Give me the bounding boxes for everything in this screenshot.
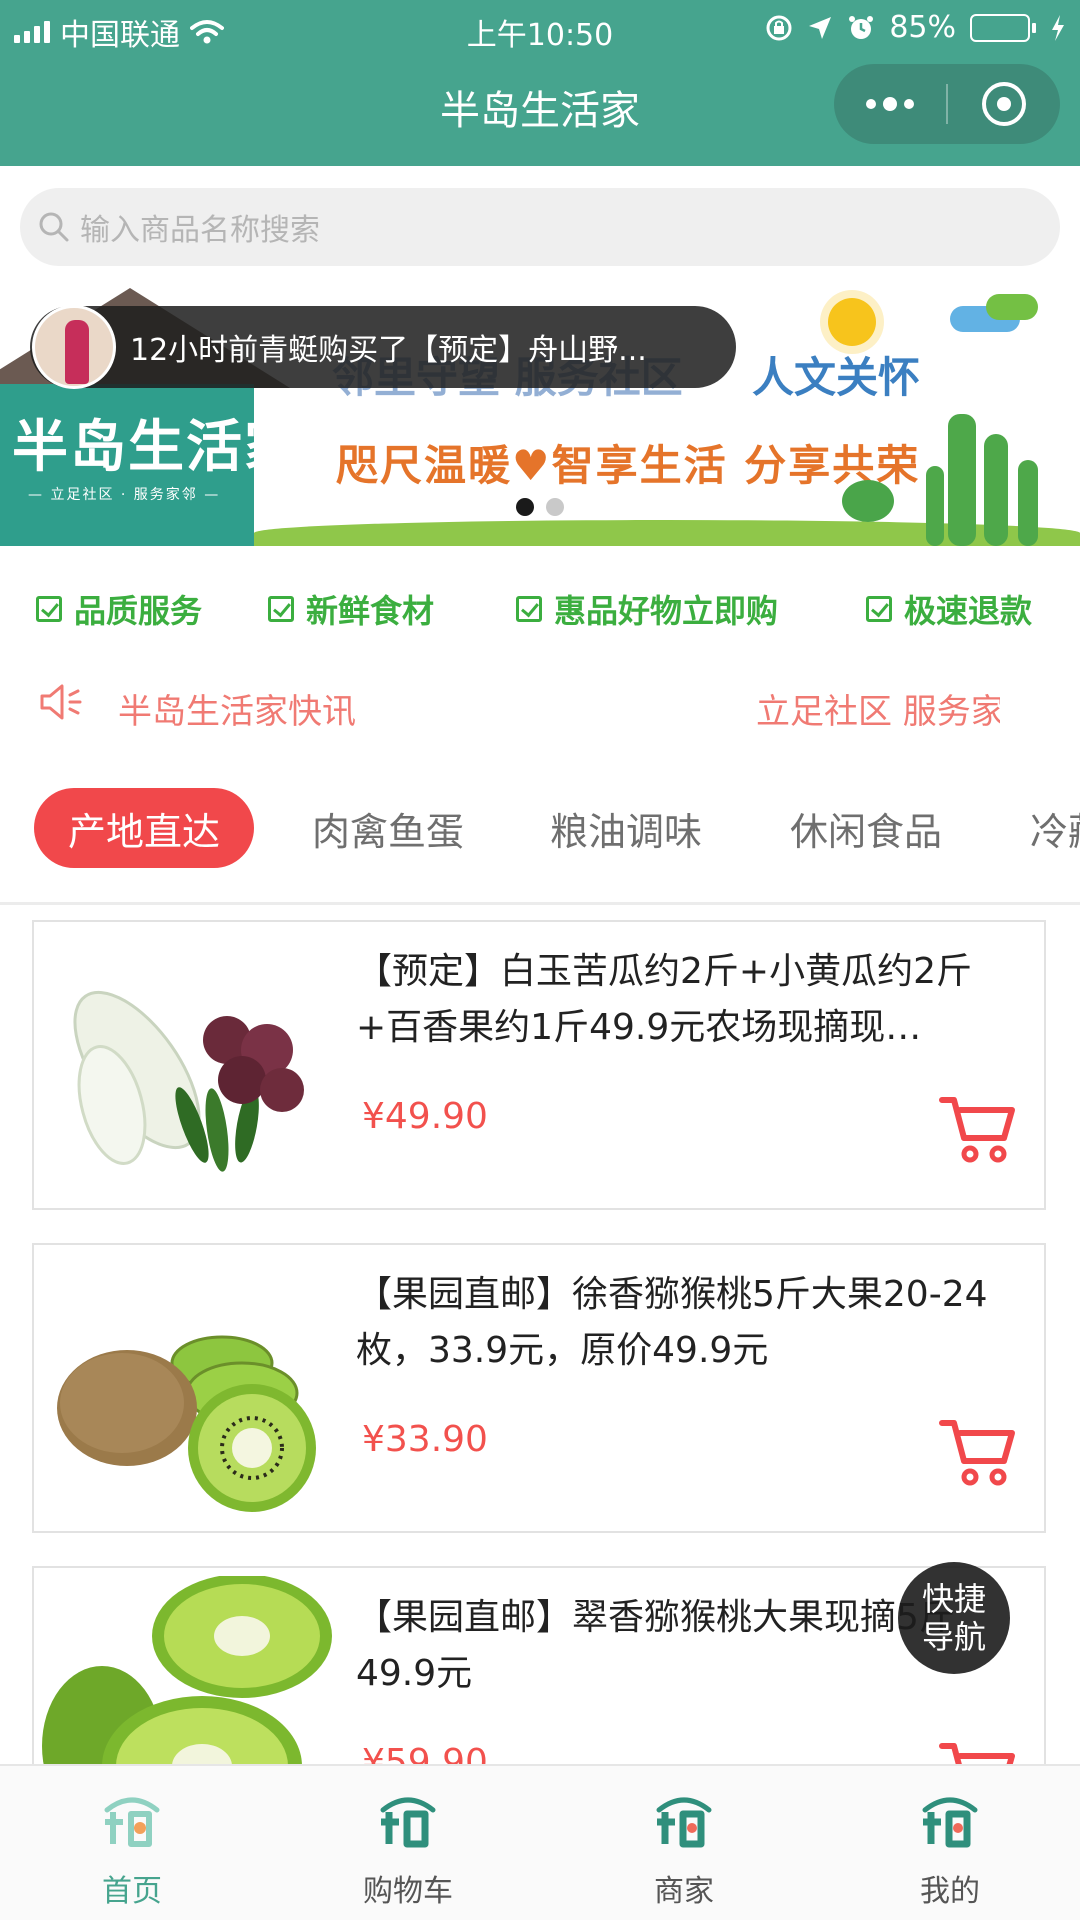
buyer-avatar <box>32 305 116 389</box>
banner-pagination <box>0 498 1080 516</box>
search-placeholder: 输入商品名称搜索 <box>80 213 320 248</box>
tab-profile[interactable]: 我的 <box>870 1788 1030 1910</box>
search-icon <box>39 212 69 242</box>
tab-merchant[interactable]: 商家 <box>604 1788 764 1910</box>
feature-item: 惠品好物立即购 <box>516 586 778 632</box>
more-dots-icon[interactable] <box>834 64 946 144</box>
news-ticker-text: 立足社区 服务家邻 <box>756 692 1000 730</box>
quick-nav-line1: 快捷 <box>921 1580 986 1618</box>
category-tab[interactable]: 冷藏 <box>1030 788 1080 868</box>
alarm-icon <box>849 15 874 39</box>
tab-cart[interactable]: 购物车 <box>328 1788 488 1910</box>
product-price: ¥49.90 <box>362 1096 488 1137</box>
feature-label: 极速退款 <box>904 592 1033 630</box>
category-tab-active[interactable]: 产地直达 <box>34 788 255 868</box>
profile-logo-icon <box>922 1797 978 1848</box>
sun-icon <box>828 298 876 346</box>
home-logo-icon <box>104 1797 160 1847</box>
feature-item: 极速退款 <box>866 586 1032 632</box>
feature-item: 品质服务 <box>36 586 202 632</box>
tab-home[interactable]: 首页 <box>52 1788 212 1910</box>
purchase-message: 12小时前青蜓购买了【预定】舟山野... <box>130 333 647 368</box>
category-tab[interactable]: 粮油调味 <box>550 788 702 868</box>
category-divider <box>0 902 1080 905</box>
checkbox-icon <box>866 596 892 622</box>
checkbox-icon <box>36 596 62 622</box>
product-image-kiwi <box>57 1335 316 1512</box>
product-price: ¥33.90 <box>362 1419 488 1460</box>
add-to-cart-icon[interactable] <box>938 1415 1018 1487</box>
category-tabs: 产地直达 肉禽鱼蛋 粮油调味 休闲食品 冷藏 <box>0 788 1080 872</box>
product-title: 【果园直邮】徐香猕猴桃5斤大果20-24枚，33.9元，原价49.9元 <box>356 1274 988 1371</box>
product-card[interactable]: 【预定】白玉苦瓜约2斤+小黄瓜约2斤+百香果约1斤49.9元农场现摘现… ¥49… <box>32 920 1046 1210</box>
product-title: 【预定】白玉苦瓜约2斤+小黄瓜约2斤+百香果约1斤49.9元农场现摘现… <box>356 951 972 1048</box>
checkbox-icon <box>268 596 294 622</box>
speaker-icon <box>40 684 82 720</box>
location-icon <box>809 16 832 39</box>
charging-icon <box>1052 14 1064 41</box>
banner-logo-text: 半岛生活家 <box>12 414 302 480</box>
product-card[interactable]: 【果园直邮】徐香猕猴桃5斤大果20-24枚，33.9元，原价49.9元 ¥33.… <box>32 1243 1046 1533</box>
product-image-bitter-melon <box>73 990 304 1172</box>
feature-item: 新鲜食材 <box>268 586 434 632</box>
feature-label: 新鲜食材 <box>306 592 435 630</box>
top-bar: 中国联通 上午10:50 85% 半岛生活家 <box>0 0 1080 166</box>
cart-logo-icon <box>380 1797 436 1848</box>
category-tab[interactable]: 肉禽鱼蛋 <box>312 788 464 868</box>
banner-dot[interactable] <box>546 498 564 516</box>
tab-label: 首页 <box>102 1874 162 1909</box>
tab-label: 商家 <box>654 1874 714 1909</box>
battery-percent: 85% <box>889 10 956 45</box>
feature-label: 品质服务 <box>74 592 203 630</box>
tab-label: 我的 <box>920 1874 980 1909</box>
add-to-cart-icon[interactable] <box>938 1092 1018 1164</box>
purchase-notification: 12小时前青蜓购买了【预定】舟山野... <box>30 305 736 389</box>
cloud-icon-2 <box>986 294 1038 320</box>
feature-label: 惠品好物立即购 <box>554 592 779 630</box>
banner-dot-active[interactable] <box>516 498 534 516</box>
banner-slogan-2: 咫尺温暖♥智享生活 分享共荣 <box>336 441 921 490</box>
tab-label: 购物车 <box>363 1874 453 1909</box>
status-right: 85% <box>765 10 1066 45</box>
checkbox-icon <box>516 596 542 622</box>
status-bar: 中国联通 上午10:50 85% <box>0 0 1080 54</box>
mini-program-capsule <box>834 64 1060 144</box>
quick-nav-button[interactable]: 快捷 导航 <box>898 1562 1010 1674</box>
quick-nav-line2: 导航 <box>921 1618 986 1656</box>
news-ticker[interactable]: 半岛生活家快讯 立足社区 服务家邻 <box>0 680 1080 732</box>
news-label: 半岛生活家快讯 <box>118 692 356 732</box>
feature-strip: 品质服务 新鲜食材 惠品好物立即购 极速退款 <box>0 586 1080 636</box>
merchant-logo-icon <box>656 1797 712 1848</box>
app-page: 中国联通 上午10:50 85% 半岛生活家 输入商品名称搜索 半岛生活家 — … <box>0 0 1080 1920</box>
banner-slogan-1b: 人文关怀 <box>752 353 921 402</box>
category-tab[interactable]: 休闲食品 <box>790 788 942 868</box>
rotation-lock-icon <box>766 15 792 40</box>
target-close-icon[interactable] <box>948 64 1060 144</box>
battery-icon <box>970 13 1036 42</box>
bottom-tab-bar: 首页 购物车 商家 我的 <box>0 1764 1080 1920</box>
search-input[interactable]: 输入商品名称搜索 <box>20 188 1060 266</box>
